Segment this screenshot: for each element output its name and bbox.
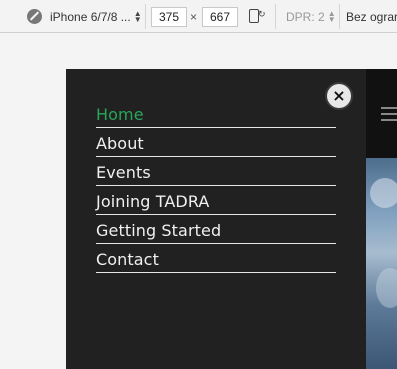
throttle-select[interactable]: Bez ograr <box>346 0 397 33</box>
devtools-toolbar: iPhone 6/7/8 ... ▲ ▼ 375 × 667 ↻ DPR: 2 ▲… <box>0 0 397 33</box>
menu-item-label: Joining TADRA <box>96 192 210 211</box>
height-input[interactable]: 667 <box>202 7 238 27</box>
separator <box>145 4 146 29</box>
menu-item-events[interactable]: Events <box>96 157 336 186</box>
menu-item-about[interactable]: About <box>96 128 336 157</box>
menu-list: Home About Events Joining TADRA Getting … <box>96 99 336 273</box>
dpr-label: DPR: 2 <box>286 9 325 24</box>
mobile-menu-panel: × Home About Events Joining TADRA Gettin… <box>66 69 366 369</box>
hero-image <box>366 158 397 369</box>
spinner-icon: ▲ ▼ <box>133 8 142 24</box>
menu-item-label: Contact <box>96 250 159 269</box>
spinner-icon: ▲ ▼ <box>327 8 336 24</box>
site-header <box>366 69 397 158</box>
device-name: iPhone 6/7/8 ... <box>50 9 131 24</box>
separator <box>339 4 340 29</box>
rotate-arrow-icon: ↻ <box>258 9 266 19</box>
times-sign: × <box>190 9 198 24</box>
emulated-viewport: × Home About Events Joining TADRA Gettin… <box>66 69 397 369</box>
hamburger-menu-icon[interactable] <box>381 107 397 121</box>
dpr-select[interactable]: DPR: 2 ▲ ▼ <box>286 0 336 33</box>
menu-item-label: Events <box>96 163 151 182</box>
menu-item-contact[interactable]: Contact <box>96 244 336 273</box>
menu-item-joining-tadra[interactable]: Joining TADRA <box>96 186 336 215</box>
menu-item-label: Getting Started <box>96 221 222 240</box>
menu-item-home[interactable]: Home <box>96 99 336 128</box>
menu-item-label: About <box>96 134 144 153</box>
device-select[interactable]: iPhone 6/7/8 ... ▲ ▼ <box>50 0 142 33</box>
no-throttle-icon[interactable] <box>27 9 42 24</box>
menu-item-label: Home <box>96 105 144 124</box>
width-input[interactable]: 375 <box>151 7 187 27</box>
menu-item-getting-started[interactable]: Getting Started <box>96 215 336 244</box>
separator <box>275 4 276 29</box>
